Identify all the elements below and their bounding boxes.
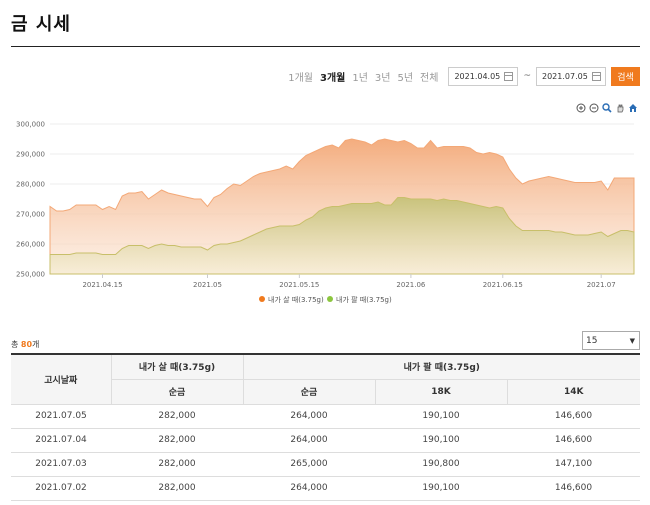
page-title: 금 시세 — [11, 14, 71, 35]
cell-k18: 190,100 — [375, 428, 507, 453]
start-date-value: 2021.04.05 — [454, 71, 501, 81]
x-tick-label: 2021.06 — [396, 281, 425, 289]
header-buy-pure: 순금 — [110, 379, 243, 405]
magnify-icon[interactable] — [602, 103, 612, 113]
cell-sell-pure: 264,000 — [243, 476, 375, 501]
chart-toolbar — [576, 103, 638, 113]
x-tick-label: 2021.05 — [193, 281, 222, 289]
end-date-field[interactable]: 2021.07.05 — [536, 66, 606, 86]
period-1-year[interactable]: 1년 — [352, 69, 368, 84]
pan-hand-icon[interactable] — [615, 103, 625, 113]
start-date-field[interactable]: 2021.04.05 — [448, 66, 519, 86]
x-tick-label: 2021.05.15 — [279, 281, 319, 289]
header-sell-group: 내가 팔 때(3.75g) — [242, 353, 640, 380]
cell-date: 2021.07.05 — [11, 404, 111, 429]
y-tick-label: 280,000 — [16, 181, 45, 189]
total-prefix: 총 — [11, 340, 21, 349]
gold-price-chart: 300,000 290,000 280,000 270,000 260,000 250,0… — [16, 121, 635, 304]
cell-buy-pure: 282,000 — [111, 404, 243, 429]
cell-date: 2021.07.04 — [11, 428, 111, 453]
table-row: 2021.07.03 282,000 265,000 190,800 147,100 — [11, 452, 640, 477]
page-size-select[interactable]: 15 ▼ — [582, 331, 640, 350]
legend-swatch-sell — [327, 296, 333, 302]
cell-k14: 146,600 — [507, 476, 640, 501]
cell-buy-pure: 282,000 — [111, 428, 243, 453]
cell-k14: 147,100 — [507, 452, 640, 477]
header-buy-group: 내가 살 때(3.75g) — [110, 353, 243, 380]
table-row: 2021.07.05 282,000 264,000 190,100 146,600 — [11, 404, 640, 429]
period-3-years[interactable]: 3년 — [375, 69, 391, 84]
search-button[interactable]: 검색 — [611, 66, 640, 86]
cell-k14: 146,600 — [507, 428, 640, 453]
y-tick-label: 250,000 — [16, 271, 45, 279]
total-suffix: 개 — [32, 340, 40, 349]
cell-date: 2021.07.03 — [11, 452, 111, 477]
home-icon[interactable] — [628, 103, 638, 113]
header-14k: 14K — [506, 379, 640, 405]
cell-k18: 190,100 — [375, 476, 507, 501]
legend-label-buy[interactable]: 내가 살 때(3.75g) — [268, 295, 324, 304]
total-count-value: 80 — [20, 340, 33, 349]
cell-k18: 190,800 — [375, 452, 507, 477]
period-all[interactable]: 전체 — [420, 69, 438, 84]
cell-sell-pure: 265,000 — [243, 452, 375, 477]
y-tick-label: 270,000 — [16, 211, 45, 219]
cell-k18: 190,100 — [375, 404, 507, 429]
calendar-icon[interactable] — [592, 71, 601, 81]
zoom-out-icon[interactable] — [589, 103, 599, 113]
title-divider — [11, 46, 640, 47]
y-tick-label: 260,000 — [16, 241, 45, 249]
cell-buy-pure: 282,000 — [111, 452, 243, 477]
cell-sell-pure: 264,000 — [243, 404, 375, 429]
y-tick-label: 300,000 — [16, 121, 45, 129]
period-1-month[interactable]: 1개월 — [288, 69, 313, 84]
date-separator: ~ — [523, 71, 531, 81]
legend-swatch-buy — [259, 296, 265, 302]
cell-sell-pure: 264,000 — [243, 428, 375, 453]
date-range-toolbar: 1개월 3개월 1년 3년 5년 전체 2021.04.05 ~ 2021.07… — [281, 66, 640, 86]
cell-date: 2021.07.02 — [11, 476, 111, 501]
header-18k: 18K — [374, 379, 507, 405]
end-date-value: 2021.07.05 — [542, 71, 588, 81]
header-sell-pure: 순금 — [242, 379, 375, 405]
calendar-icon[interactable] — [504, 71, 514, 81]
period-5-years[interactable]: 5년 — [397, 69, 413, 84]
total-count: 총 80개 — [11, 339, 39, 350]
header-date: 고시날짜 — [11, 353, 111, 405]
table-row: 2021.07.02 282,000 264,000 190,100 146,600 — [11, 476, 640, 501]
x-tick-label: 2021.04.15 — [82, 281, 122, 289]
price-table: 고시날짜 내가 살 때(3.75g) 내가 팔 때(3.75g) 순금 순금 1… — [11, 353, 640, 501]
x-tick-label: 2021.06.15 — [483, 281, 523, 289]
table-row: 2021.07.04 282,000 264,000 190,100 146,600 — [11, 428, 640, 453]
legend-label-sell[interactable]: 내가 팔 때(3.75g) — [336, 295, 392, 304]
cell-k14: 146,600 — [507, 404, 640, 429]
y-tick-label: 290,000 — [16, 151, 45, 159]
x-tick-label: 2021.07 — [587, 281, 616, 289]
cell-buy-pure: 282,000 — [111, 476, 243, 501]
period-3-months[interactable]: 3개월 — [320, 69, 345, 84]
zoom-in-icon[interactable] — [576, 103, 586, 113]
chevron-down-icon: ▼ — [629, 336, 635, 345]
page-size-value: 15 — [586, 335, 598, 346]
